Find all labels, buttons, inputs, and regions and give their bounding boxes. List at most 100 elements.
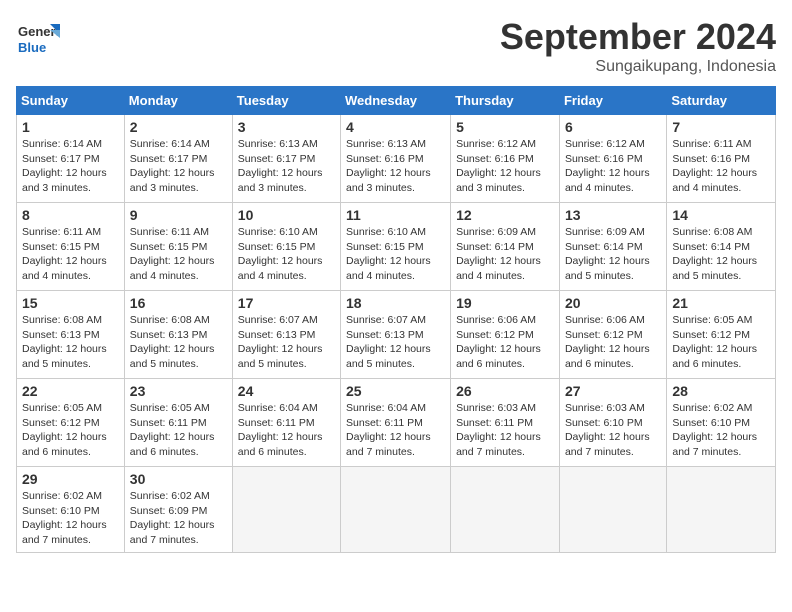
- calendar-cell: 25 Sunrise: 6:04 AMSunset: 6:11 PMDayligh…: [341, 379, 451, 467]
- calendar-cell: 10 Sunrise: 6:10 AMSunset: 6:15 PMDayligh…: [232, 203, 340, 291]
- day-number: 21: [672, 295, 770, 311]
- day-info: Sunrise: 6:03 AMSunset: 6:11 PMDaylight:…: [456, 401, 554, 460]
- day-info: Sunrise: 6:04 AMSunset: 6:11 PMDaylight:…: [346, 401, 445, 460]
- day-number: 13: [565, 207, 661, 223]
- day-number: 23: [130, 383, 227, 399]
- day-number: 8: [22, 207, 119, 223]
- location-title: Sungaikupang, Indonesia: [500, 58, 776, 76]
- calendar-cell: 17 Sunrise: 6:07 AMSunset: 6:13 PMDayligh…: [232, 291, 340, 379]
- day-number: 14: [672, 207, 770, 223]
- day-number: 9: [130, 207, 227, 223]
- calendar-cell: 2Sunrise: 6:14 AMSunset: 6:17 PMDaylight…: [124, 115, 232, 203]
- day-info: Sunrise: 6:14 AMSunset: 6:17 PMDaylight:…: [22, 137, 119, 196]
- calendar-week-row: 22 Sunrise: 6:05 AMSunset: 6:12 PMDayligh…: [17, 379, 776, 467]
- calendar-cell: 24 Sunrise: 6:04 AMSunset: 6:11 PMDayligh…: [232, 379, 340, 467]
- day-number: 19: [456, 295, 554, 311]
- weekday-header-sunday: Sunday: [17, 87, 125, 115]
- weekday-header-tuesday: Tuesday: [232, 87, 340, 115]
- day-info: Sunrise: 6:14 AMSunset: 6:17 PMDaylight:…: [130, 137, 227, 196]
- page-header: General Blue September 2024 Sungaikupang…: [16, 16, 776, 76]
- day-info: Sunrise: 6:04 AMSunset: 6:11 PMDaylight:…: [238, 401, 335, 460]
- calendar-week-row: 1 Sunrise: 6:14 AMSunset: 6:17 PMDaylight…: [17, 115, 776, 203]
- calendar-cell: 11 Sunrise: 6:10 AMSunset: 6:15 PMDayligh…: [341, 203, 451, 291]
- day-info: Sunrise: 6:11 AMSunset: 6:15 PMDaylight:…: [130, 225, 227, 284]
- day-info: Sunrise: 6:08 AMSunset: 6:14 PMDaylight:…: [672, 225, 770, 284]
- weekday-header-friday: Friday: [559, 87, 666, 115]
- day-number: 10: [238, 207, 335, 223]
- day-info: Sunrise: 6:10 AMSunset: 6:15 PMDaylight:…: [238, 225, 335, 284]
- day-number: 27: [565, 383, 661, 399]
- calendar-week-row: 8 Sunrise: 6:11 AMSunset: 6:15 PMDaylight…: [17, 203, 776, 291]
- day-info: Sunrise: 6:11 AMSunset: 6:15 PMDaylight:…: [22, 225, 119, 284]
- calendar-cell: 21 Sunrise: 6:05 AMSunset: 6:12 PMDayligh…: [667, 291, 776, 379]
- day-info: Sunrise: 6:06 AMSunset: 6:12 PMDaylight:…: [565, 313, 661, 372]
- calendar-cell: 15 Sunrise: 6:08 AMSunset: 6:13 PMDayligh…: [17, 291, 125, 379]
- day-number: 22: [22, 383, 119, 399]
- day-info: Sunrise: 6:09 AMSunset: 6:14 PMDaylight:…: [565, 225, 661, 284]
- day-info: Sunrise: 6:05 AMSunset: 6:12 PMDaylight:…: [672, 313, 770, 372]
- calendar-cell: 22 Sunrise: 6:05 AMSunset: 6:12 PMDayligh…: [17, 379, 125, 467]
- svg-text:Blue: Blue: [18, 40, 46, 55]
- day-number: 20: [565, 295, 661, 311]
- calendar-cell: 30 Sunrise: 6:02 AMSunset: 6:09 PMDayligh…: [124, 467, 232, 553]
- calendar-cell: [559, 467, 666, 553]
- day-info: Sunrise: 6:13 AMSunset: 6:16 PMDaylight:…: [346, 137, 445, 196]
- title-area: September 2024 Sungaikupang, Indonesia: [500, 16, 776, 76]
- day-info: Sunrise: 6:13 AMSunset: 6:17 PMDaylight:…: [238, 137, 335, 196]
- weekday-header-saturday: Saturday: [667, 87, 776, 115]
- calendar-table: SundayMondayTuesdayWednesdayThursdayFrid…: [16, 86, 776, 553]
- day-number: 7: [672, 119, 770, 135]
- day-number: 18: [346, 295, 445, 311]
- calendar-header-row: SundayMondayTuesdayWednesdayThursdayFrid…: [17, 87, 776, 115]
- calendar-cell: [667, 467, 776, 553]
- calendar-cell: 13 Sunrise: 6:09 AMSunset: 6:14 PMDayligh…: [559, 203, 666, 291]
- day-number: 3: [238, 119, 335, 135]
- day-number: 6: [565, 119, 661, 135]
- day-info: Sunrise: 6:11 AMSunset: 6:16 PMDaylight:…: [672, 137, 770, 196]
- day-info: Sunrise: 6:06 AMSunset: 6:12 PMDaylight:…: [456, 313, 554, 372]
- day-info: Sunrise: 6:02 AMSunset: 6:10 PMDaylight:…: [672, 401, 770, 460]
- calendar-cell: 5 Sunrise: 6:12 AMSunset: 6:16 PMDaylight…: [451, 115, 560, 203]
- calendar-cell: 23Sunrise: 6:05 AMSunset: 6:11 PMDayligh…: [124, 379, 232, 467]
- calendar-cell: 27Sunrise: 6:03 AMSunset: 6:10 PMDayligh…: [559, 379, 666, 467]
- calendar-cell: 16Sunrise: 6:08 AMSunset: 6:13 PMDayligh…: [124, 291, 232, 379]
- day-number: 11: [346, 207, 445, 223]
- day-number: 30: [130, 471, 227, 487]
- day-info: Sunrise: 6:05 AMSunset: 6:12 PMDaylight:…: [22, 401, 119, 460]
- day-number: 25: [346, 383, 445, 399]
- weekday-header-monday: Monday: [124, 87, 232, 115]
- day-info: Sunrise: 6:10 AMSunset: 6:15 PMDaylight:…: [346, 225, 445, 284]
- calendar-cell: 3 Sunrise: 6:13 AMSunset: 6:17 PMDaylight…: [232, 115, 340, 203]
- day-number: 1: [22, 119, 119, 135]
- day-number: 24: [238, 383, 335, 399]
- calendar-week-row: 15 Sunrise: 6:08 AMSunset: 6:13 PMDayligh…: [17, 291, 776, 379]
- day-info: Sunrise: 6:12 AMSunset: 6:16 PMDaylight:…: [456, 137, 554, 196]
- day-info: Sunrise: 6:07 AMSunset: 6:13 PMDaylight:…: [346, 313, 445, 372]
- day-number: 26: [456, 383, 554, 399]
- month-title: September 2024: [500, 16, 776, 58]
- weekday-header-wednesday: Wednesday: [341, 87, 451, 115]
- calendar-cell: 6 Sunrise: 6:12 AMSunset: 6:16 PMDaylight…: [559, 115, 666, 203]
- day-number: 15: [22, 295, 119, 311]
- calendar-cell: [232, 467, 340, 553]
- calendar-cell: 4 Sunrise: 6:13 AMSunset: 6:16 PMDaylight…: [341, 115, 451, 203]
- calendar-cell: 28 Sunrise: 6:02 AMSunset: 6:10 PMDayligh…: [667, 379, 776, 467]
- day-info: Sunrise: 6:07 AMSunset: 6:13 PMDaylight:…: [238, 313, 335, 372]
- calendar-cell: 18 Sunrise: 6:07 AMSunset: 6:13 PMDayligh…: [341, 291, 451, 379]
- day-info: Sunrise: 6:08 AMSunset: 6:13 PMDaylight:…: [22, 313, 119, 372]
- day-number: 17: [238, 295, 335, 311]
- calendar-cell: 19 Sunrise: 6:06 AMSunset: 6:12 PMDayligh…: [451, 291, 560, 379]
- day-number: 4: [346, 119, 445, 135]
- calendar-cell: 9 Sunrise: 6:11 AMSunset: 6:15 PMDaylight…: [124, 203, 232, 291]
- day-number: 16: [130, 295, 227, 311]
- logo: General Blue: [16, 16, 60, 60]
- day-info: Sunrise: 6:12 AMSunset: 6:16 PMDaylight:…: [565, 137, 661, 196]
- calendar-cell: 1 Sunrise: 6:14 AMSunset: 6:17 PMDaylight…: [17, 115, 125, 203]
- calendar-cell: 8 Sunrise: 6:11 AMSunset: 6:15 PMDaylight…: [17, 203, 125, 291]
- day-number: 29: [22, 471, 119, 487]
- calendar-cell: 29Sunrise: 6:02 AMSunset: 6:10 PMDayligh…: [17, 467, 125, 553]
- calendar-cell: 14 Sunrise: 6:08 AMSunset: 6:14 PMDayligh…: [667, 203, 776, 291]
- day-info: Sunrise: 6:02 AMSunset: 6:09 PMDaylight:…: [130, 489, 227, 548]
- day-number: 5: [456, 119, 554, 135]
- day-number: 28: [672, 383, 770, 399]
